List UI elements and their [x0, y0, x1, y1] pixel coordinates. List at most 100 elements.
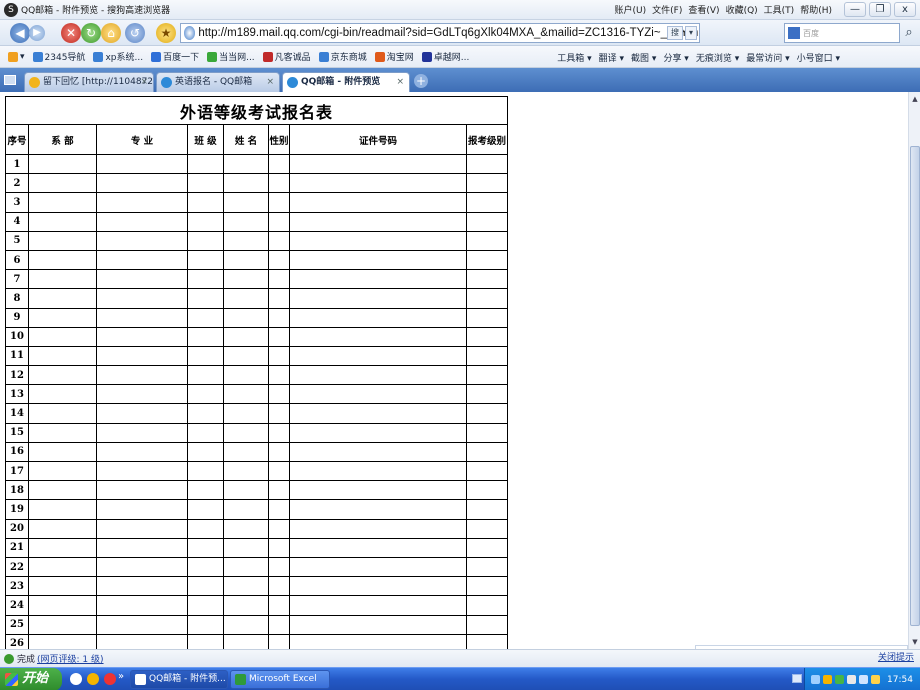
row-number[interactable]: 10: [5, 326, 29, 347]
table-cell[interactable]: [28, 537, 97, 558]
row-number[interactable]: 16: [5, 441, 29, 463]
table-cell[interactable]: [223, 556, 269, 578]
most-visited-button[interactable]: 最常访问 ▾: [746, 51, 789, 64]
bookmark-amazon[interactable]: 卓越网...: [421, 50, 469, 63]
translate-button[interactable]: 翻译 ▾: [599, 51, 624, 64]
table-cell[interactable]: [289, 365, 467, 386]
row-number[interactable]: 2: [5, 173, 29, 194]
menu-tools[interactable]: 工具(T): [764, 3, 795, 16]
table-cell[interactable]: [223, 403, 269, 424]
row-number[interactable]: 26: [5, 633, 29, 649]
table-cell[interactable]: [96, 307, 188, 328]
table-cell[interactable]: [466, 614, 508, 635]
row-number[interactable]: 4: [5, 211, 29, 232]
row-number[interactable]: 18: [5, 480, 29, 501]
table-cell[interactable]: [223, 211, 269, 232]
table-cell[interactable]: [466, 480, 508, 501]
table-cell[interactable]: [96, 153, 188, 175]
table-cell[interactable]: [96, 326, 188, 347]
toolbox-button[interactable]: 工具箱 ▾: [557, 51, 591, 64]
table-cell[interactable]: [187, 153, 224, 175]
bookmark-2345[interactable]: 2345导航: [32, 50, 85, 63]
table-cell[interactable]: [466, 153, 508, 175]
table-cell[interactable]: [289, 499, 467, 520]
table-cell[interactable]: [187, 173, 224, 194]
table-cell[interactable]: [96, 211, 188, 232]
table-cell[interactable]: [187, 499, 224, 520]
table-cell[interactable]: [268, 441, 290, 463]
table-cell[interactable]: [466, 499, 508, 520]
table-cell[interactable]: [289, 249, 467, 271]
vertical-scrollbar[interactable]: ▲ ▼: [908, 92, 920, 649]
quick-launch-overflow[interactable]: »: [118, 671, 124, 682]
table-cell[interactable]: [96, 230, 188, 251]
table-cell[interactable]: [28, 211, 97, 232]
stop-icon[interactable]: ✕: [61, 23, 81, 43]
table-cell[interactable]: [96, 480, 188, 501]
table-cell[interactable]: [187, 365, 224, 386]
table-cell[interactable]: [96, 460, 188, 482]
start-button[interactable]: 开始: [0, 668, 62, 690]
table-cell[interactable]: [96, 249, 188, 271]
table-cell[interactable]: [223, 192, 269, 213]
table-cell[interactable]: [28, 480, 97, 501]
menu-view[interactable]: 查看(V): [688, 3, 719, 16]
table-cell[interactable]: [96, 403, 188, 424]
table-cell[interactable]: [96, 614, 188, 635]
table-cell[interactable]: [289, 460, 467, 482]
table-cell[interactable]: [223, 460, 269, 482]
table-cell[interactable]: [268, 326, 290, 347]
table-cell[interactable]: [466, 173, 508, 194]
table-cell[interactable]: [268, 499, 290, 520]
row-number[interactable]: 7: [5, 269, 29, 290]
table-cell[interactable]: [96, 192, 188, 213]
table-cell[interactable]: [96, 365, 188, 386]
alt-window-button[interactable]: 小号窗口 ▾: [797, 51, 840, 64]
table-cell[interactable]: [268, 537, 290, 558]
table-cell[interactable]: [268, 249, 290, 271]
address-dropdown-button[interactable]: ▾: [684, 26, 697, 40]
table-cell[interactable]: [223, 269, 269, 290]
table-cell[interactable]: [289, 192, 467, 213]
table-cell[interactable]: [96, 345, 188, 367]
table-cell[interactable]: [289, 307, 467, 328]
table-cell[interactable]: [187, 576, 224, 597]
menu-favorites[interactable]: 收藏(Q): [726, 3, 758, 16]
table-cell[interactable]: [268, 288, 290, 309]
table-cell[interactable]: [268, 173, 290, 194]
table-cell[interactable]: [28, 518, 97, 539]
table-cell[interactable]: [28, 230, 97, 251]
row-number[interactable]: 17: [5, 460, 29, 482]
row-number[interactable]: 1: [5, 153, 29, 175]
table-cell[interactable]: [289, 576, 467, 597]
table-cell[interactable]: [28, 614, 97, 635]
table-cell[interactable]: [289, 537, 467, 558]
table-cell[interactable]: [289, 595, 467, 616]
table-cell[interactable]: [466, 556, 508, 578]
row-number[interactable]: 3: [5, 192, 29, 213]
table-cell[interactable]: [289, 173, 467, 194]
table-cell[interactable]: [96, 288, 188, 309]
row-number[interactable]: 8: [5, 288, 29, 309]
table-cell[interactable]: [187, 422, 224, 443]
table-cell[interactable]: [466, 403, 508, 424]
table-cell[interactable]: [466, 307, 508, 328]
table-cell[interactable]: [466, 365, 508, 386]
bookmark-xp[interactable]: xp系统...: [93, 50, 143, 63]
table-cell[interactable]: [223, 173, 269, 194]
table-cell[interactable]: [268, 384, 290, 405]
table-cell[interactable]: [28, 595, 97, 616]
antivirus-icon[interactable]: [835, 675, 844, 684]
table-cell[interactable]: [268, 576, 290, 597]
table-cell[interactable]: [28, 153, 97, 175]
row-number[interactable]: 14: [5, 403, 29, 424]
row-number[interactable]: 20: [5, 518, 29, 539]
table-cell[interactable]: [466, 576, 508, 597]
table-cell[interactable]: [466, 269, 508, 290]
table-cell[interactable]: [466, 249, 508, 271]
table-cell[interactable]: [268, 614, 290, 635]
table-cell[interactable]: [466, 633, 508, 649]
volume-icon[interactable]: [859, 675, 868, 684]
table-cell[interactable]: [466, 460, 508, 482]
table-cell[interactable]: [187, 230, 224, 251]
